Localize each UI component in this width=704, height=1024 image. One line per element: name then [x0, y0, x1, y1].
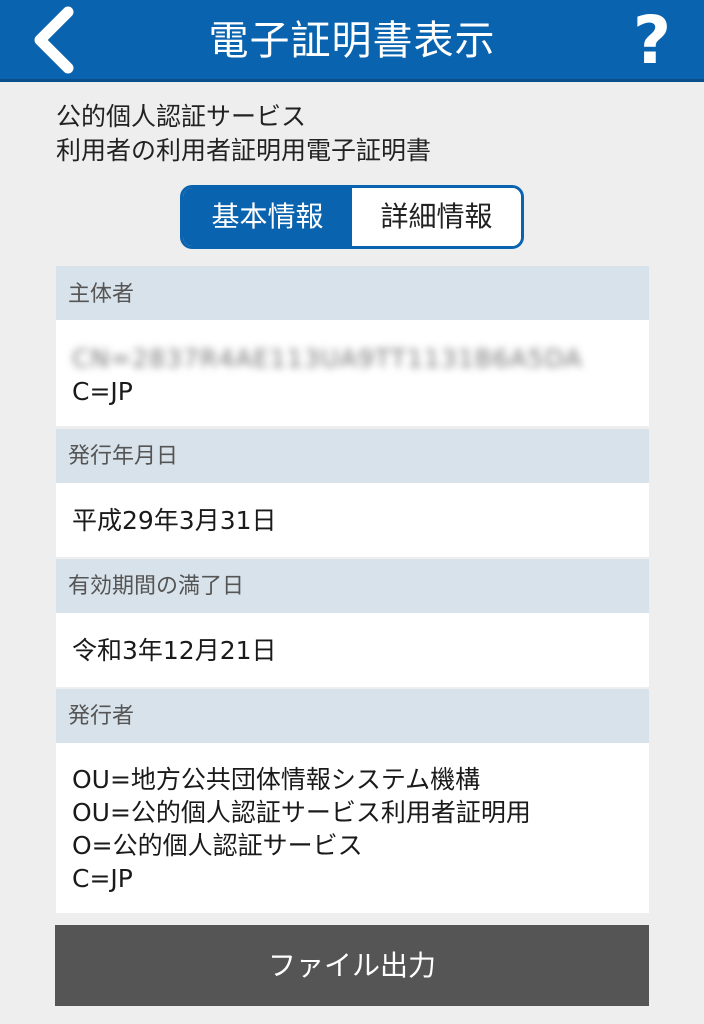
tab-basic-info[interactable]: 基本情報 — [183, 188, 352, 246]
issue-date-label: 発行年月日 — [56, 429, 649, 483]
info-tab-switch: 基本情報 詳細情報 — [180, 185, 524, 249]
expiry-date-section: 有効期間の満了日 令和3年12月21日 — [56, 559, 649, 687]
help-button[interactable]: ? — [614, 0, 690, 82]
issuer-line: C=JP — [72, 864, 133, 893]
subject-country: C=JP — [72, 377, 133, 406]
issue-date-section: 発行年月日 平成29年3月31日 — [56, 429, 649, 557]
issuer-line: O=公的個人認証サービス — [72, 831, 363, 860]
app-header: 電子証明書表示 ? — [0, 0, 704, 82]
subject-label: 主体者 — [56, 266, 649, 320]
expiry-date-label: 有効期間の満了日 — [56, 559, 649, 613]
issuer-line: OU=公的個人認証サービス利用者証明用 — [72, 798, 531, 827]
page-title: 電子証明書表示 — [208, 18, 496, 64]
issuer-line: OU=地方公共団体情報システム機構 — [72, 765, 481, 794]
tab-detail-info[interactable]: 詳細情報 — [352, 188, 521, 246]
certificate-description-line: 公的個人認証サービス — [56, 102, 307, 131]
expiry-date-value: 令和3年12月21日 — [56, 613, 649, 687]
certificate-description: 公的個人認証サービス 利用者の利用者証明用電子証明書 — [56, 100, 656, 168]
certificate-description-line: 利用者の利用者証明用電子証明書 — [56, 136, 432, 165]
issue-date-value: 平成29年3月31日 — [56, 483, 649, 557]
subject-section: 主体者 CN=2837R4AE113UA9TT1131B6A5DA C=JP — [56, 266, 649, 426]
help-icon: ? — [632, 2, 672, 79]
subject-value: CN=2837R4AE113UA9TT1131B6A5DA C=JP — [56, 320, 649, 426]
subject-redacted-line: CN=2837R4AE113UA9TT1131B6A5DA — [72, 344, 583, 373]
issuer-label: 発行者 — [56, 689, 649, 743]
issuer-value: OU=地方公共団体情報システム機構 OU=公的個人認証サービス利用者証明用 O=… — [56, 743, 649, 913]
issuer-section: 発行者 OU=地方公共団体情報システム機構 OU=公的個人認証サービス利用者証明… — [56, 689, 649, 913]
file-output-button[interactable]: ファイル出力 — [55, 925, 649, 1006]
